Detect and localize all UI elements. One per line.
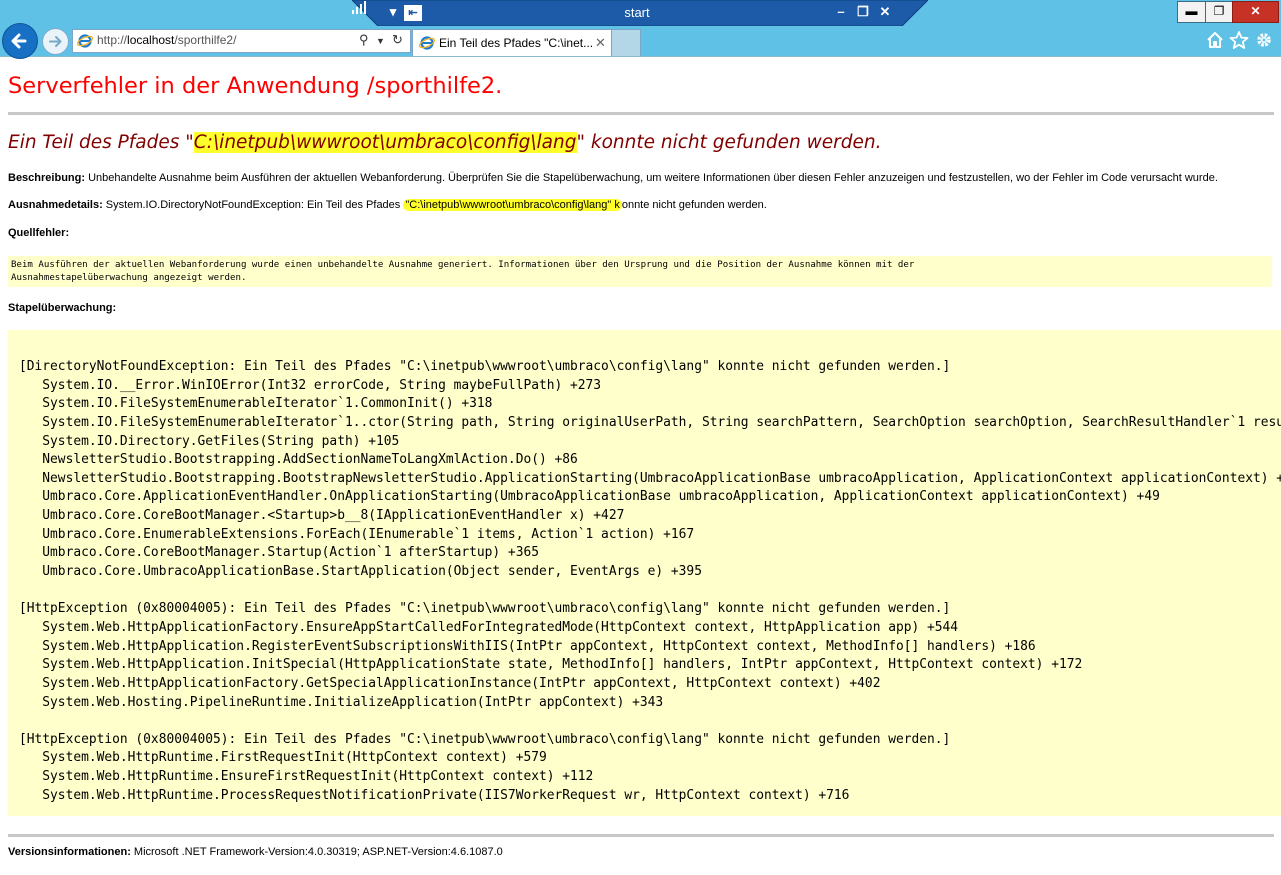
- stack-trace-line: System.IO.FileSystemEnumerableIterator`1…: [42, 414, 1281, 430]
- stack-trace-line: System.Web.HttpRuntime.ProcessRequestNot…: [19, 787, 850, 803]
- minimize-icon: ▬: [1185, 4, 1198, 18]
- source-error-label-text: Quellfehler:: [8, 227, 70, 239]
- stack-trace-line: [19, 582, 1281, 601]
- remote-desktop-bar: ▾ ⇤ start – ❐ ✕: [352, 0, 928, 26]
- back-arrow-icon: [11, 33, 27, 49]
- stack-trace-line: System.Web.HttpApplicationFactory.GetSpe…: [19, 675, 881, 691]
- error-heading: Ein Teil des Pfades "C:\inetpub\wwwroot\…: [8, 132, 881, 153]
- window-restore-button[interactable]: ❐: [1205, 1, 1233, 23]
- tab-title: Ein Teil des Pfades "C:\inet...: [439, 36, 594, 50]
- stack-trace-line: System.Web.HttpRuntime.EnsureFirstReques…: [19, 769, 594, 785]
- stack-trace-label-text: Stapelüberwachung:: [8, 302, 117, 314]
- home-icon[interactable]: [1205, 30, 1225, 50]
- forward-button[interactable]: [42, 28, 69, 55]
- stack-trace-line: System.Web.Hosting.PipelineRuntime.Initi…: [19, 694, 664, 710]
- exception-details-label: Ausnahmedetails:: [8, 199, 103, 211]
- search-icon[interactable]: ⚲: [359, 32, 369, 48]
- stack-trace-line: System.IO.FileSystemEnumerableIterator`1…: [19, 396, 493, 412]
- stack-trace-line: [HttpException (0x80004005): Ein Teil de…: [19, 731, 951, 747]
- chevron-down-icon[interactable]: ▼: [376, 36, 385, 46]
- error-heading-suffix: " konnte nicht gefunden werden.: [576, 132, 882, 153]
- source-error-box: Beim Ausführen der aktuellen Webanforder…: [8, 256, 1272, 287]
- source-error-text: Beim Ausführen der aktuellen Webanforder…: [11, 260, 915, 283]
- chevron-down-icon[interactable]: ▾: [384, 3, 402, 21]
- stack-trace-line: NewsletterStudio.Bootstrapping.Bootstrap…: [19, 470, 1281, 486]
- stack-trace-line: [HttpException (0x80004005): Ein Teil de…: [19, 601, 951, 617]
- ie-icon: [419, 36, 435, 50]
- description-label: Beschreibung:: [8, 172, 86, 184]
- tab-active[interactable]: Ein Teil des Pfades "C:\inet... ✕: [412, 29, 612, 56]
- browser-chrome: ▾ ⇤ start – ❐ ✕ ▬ ❐ ✕ http://localhost/s…: [0, 0, 1281, 59]
- stack-trace-line: Umbraco.Core.ApplicationEventHandler.OnA…: [19, 489, 1160, 505]
- restore-icon[interactable]: ❐: [854, 3, 872, 21]
- description-text: Unbehandelte Ausnahme beim Ausführen der…: [85, 172, 1218, 184]
- source-error-label: Quellfehler:: [8, 227, 69, 239]
- star-icon[interactable]: [1229, 30, 1249, 50]
- error-heading-path: C:\inetpub\wwwroot\umbraco\config\lang: [193, 132, 577, 153]
- stack-trace-line: [19, 712, 1281, 731]
- page-content: Serverfehler in der Anwendung /sporthilf…: [0, 57, 1281, 875]
- minimize-icon[interactable]: –: [832, 3, 850, 21]
- stack-trace-line: [DirectoryNotFoundException: Ein Teil de…: [19, 359, 951, 374]
- pin-icon[interactable]: ⇤: [404, 5, 422, 21]
- stack-trace-line: System.Web.HttpApplicationFactory.Ensure…: [19, 619, 959, 635]
- exception-details-line: Ausnahmedetails: System.IO.DirectoryNotF…: [8, 199, 767, 211]
- version-info-line: Versionsinformationen: Microsoft .NET Fr…: [8, 846, 503, 858]
- stack-trace-text: [DirectoryNotFoundException: Ein Teil de…: [8, 330, 1281, 805]
- exception-details-prefix: System.IO.DirectoryNotFoundException: Ei…: [102, 199, 404, 211]
- stack-trace-line: System.Web.HttpApplication.InitSpecial(H…: [19, 657, 1083, 673]
- address-bar[interactable]: http://localhost/sporthilfe2/ ⚲ ▼ ↻: [72, 29, 411, 53]
- description-line: Beschreibung: Unbehandelte Ausnahme beim…: [8, 172, 1218, 184]
- stack-trace-line: System.IO.Directory.GetFiles(String path…: [19, 433, 400, 449]
- back-button[interactable]: [2, 23, 38, 59]
- page-title: Serverfehler in der Anwendung /sporthilf…: [8, 73, 503, 99]
- close-icon[interactable]: ✕: [595, 35, 606, 51]
- stack-trace-line: NewsletterStudio.Bootstrapping.AddSectio…: [19, 452, 578, 468]
- exception-details-path: "C:\inetpub\wwwroot\umbraco\config\lang"…: [403, 199, 622, 211]
- restore-icon: ❐: [1213, 4, 1225, 18]
- stack-trace-line: System.Web.HttpApplication.RegisterEvent…: [19, 638, 1036, 654]
- stack-trace-line: System.IO.__Error.WinIOError(Int32 error…: [19, 377, 602, 393]
- divider: [8, 834, 1274, 837]
- stack-trace-line: Umbraco.Core.UmbracoApplicationBase.Star…: [19, 564, 702, 580]
- version-info-label: Versionsinformationen:: [8, 846, 131, 858]
- url-path: /sporthilfe2/: [174, 33, 237, 47]
- window-close-button[interactable]: ✕: [1232, 1, 1279, 23]
- url-text[interactable]: http://localhost/sporthilfe2/: [97, 33, 236, 47]
- stack-trace-label: Stapelüberwachung:: [8, 302, 116, 314]
- exception-details-suffix: onnte nicht gefunden werden.: [621, 199, 767, 211]
- close-icon[interactable]: ✕: [876, 3, 894, 21]
- new-tab-button[interactable]: [611, 29, 641, 56]
- divider: [8, 112, 1274, 115]
- refresh-icon[interactable]: ↻: [392, 32, 403, 48]
- error-heading-prefix: Ein Teil des Pfades ": [8, 132, 194, 153]
- ie-icon: [77, 34, 93, 48]
- url-host: localhost: [127, 33, 175, 47]
- stack-trace-line: System.Web.HttpRuntime.FirstRequestInit(…: [19, 750, 547, 766]
- stack-trace-line: Umbraco.Core.CoreBootManager.Startup(Act…: [19, 545, 539, 561]
- version-info-text: Microsoft .NET Framework-Version:4.0.303…: [130, 846, 503, 858]
- remote-desktop-title: start: [624, 5, 650, 20]
- url-prefix: http://: [97, 33, 128, 47]
- signal-icon: [352, 1, 366, 14]
- forward-arrow-icon: [49, 36, 62, 47]
- close-icon: ✕: [1250, 4, 1261, 18]
- stack-trace-box: [DirectoryNotFoundException: Ein Teil de…: [8, 330, 1281, 816]
- gear-icon[interactable]: [1254, 30, 1274, 50]
- stack-trace-line: Umbraco.Core.EnumerableExtensions.ForEac…: [19, 526, 695, 542]
- window-minimize-button[interactable]: ▬: [1177, 1, 1206, 23]
- stack-trace-line: Umbraco.Core.CoreBootManager.<Startup>b_…: [19, 508, 625, 524]
